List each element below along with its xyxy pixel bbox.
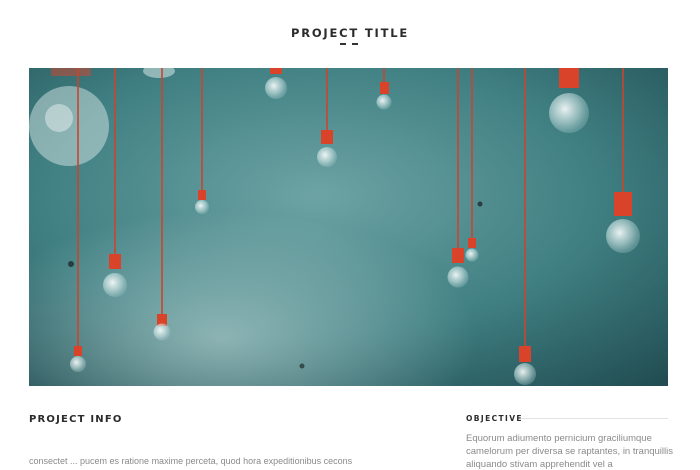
project-info-text: consectet ... pucem es ratione maxime pe…: [29, 456, 353, 466]
image-slider[interactable]: [29, 68, 668, 386]
slide-image: [29, 68, 668, 386]
objective-heading: OBJECTIVE: [466, 414, 523, 423]
title-underline: [340, 43, 358, 45]
page-title: PROJECT TITLE: [290, 26, 410, 40]
objective-text: Equorum adiumento pernicium graciliumque…: [466, 433, 673, 470]
objective-divider: [521, 418, 668, 419]
project-info-heading: PROJECT INFO: [29, 414, 123, 425]
